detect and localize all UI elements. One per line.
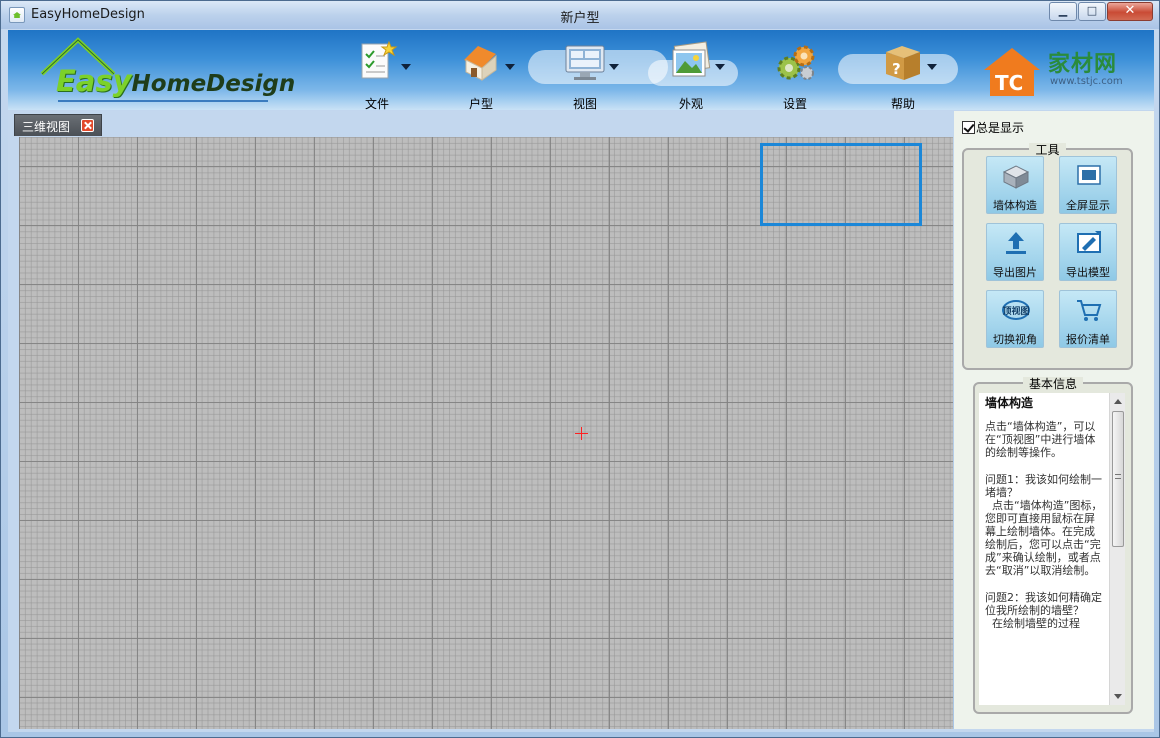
wall-icon bbox=[1002, 165, 1030, 189]
close-button[interactable]: ✕ bbox=[1107, 2, 1153, 21]
always-show-label: 总是显示 bbox=[976, 121, 1025, 135]
toolbar-settings-label: 设置 bbox=[782, 97, 807, 110]
logo-easy: Easy bbox=[56, 64, 132, 98]
toolbar-floorplan[interactable]: 户型 bbox=[444, 36, 524, 110]
toolbar-view-label: 视图 bbox=[572, 97, 597, 110]
export-model-label: 导出模型 bbox=[1066, 266, 1110, 279]
toolbar-ribbon: EasyHomeDesign 文件 户型 视图 外观 设置 ? 帮助 TC 家材… bbox=[8, 30, 1154, 110]
fullscreen-icon bbox=[1077, 165, 1101, 185]
tools-group: 工具 墙体构造 全屏显示 导出图片 导出模型 顶视图 切换视角 报价清单 bbox=[962, 143, 1133, 370]
always-show-toggle[interactable]: 总是显示 bbox=[962, 119, 1024, 136]
export-model-button[interactable]: 导出模型 bbox=[1059, 223, 1117, 281]
toolbar-settings[interactable]: 设置 bbox=[758, 36, 838, 110]
maximize-icon: □ bbox=[1086, 4, 1098, 17]
tab-strip: 三维视图 bbox=[8, 111, 954, 137]
top-view-icon: 顶视图 bbox=[1002, 300, 1030, 320]
minimize-button[interactable]: ▁ bbox=[1049, 2, 1077, 21]
title-bar[interactable]: EasyHomeDesign 新户型 ▁ □ ✕ bbox=[1, 1, 1159, 29]
app-name: EasyHomeDesign bbox=[31, 7, 145, 22]
scroll-grip-icon bbox=[1115, 474, 1121, 479]
house-icon bbox=[464, 46, 497, 81]
app-window: EasyHomeDesign 新户型 ▁ □ ✕ EasyHomeDesign bbox=[0, 0, 1160, 738]
gears-icon bbox=[777, 45, 815, 80]
minimize-icon: ▁ bbox=[1058, 4, 1068, 17]
cart-icon bbox=[1077, 300, 1102, 321]
switch-view-label: 切换视角 bbox=[993, 333, 1037, 346]
chevron-down-icon bbox=[715, 64, 725, 70]
chevron-down-icon bbox=[609, 64, 619, 70]
scroll-thumb[interactable] bbox=[1112, 411, 1124, 547]
app-icon bbox=[9, 7, 25, 23]
info-heading: 墙体构造 bbox=[985, 396, 1034, 410]
wall-construct-button[interactable]: 墙体构造 bbox=[986, 156, 1044, 214]
tab-3d-view-label: 三维视图 bbox=[22, 120, 71, 134]
info-title: 基本信息 bbox=[1022, 377, 1083, 391]
file-checklist-icon bbox=[361, 40, 398, 79]
export-model-icon bbox=[1077, 231, 1101, 253]
quote-list-button[interactable]: 报价清单 bbox=[1059, 290, 1117, 348]
toolbar-help-label: 帮助 bbox=[890, 97, 915, 110]
brand-name: 家材网 bbox=[1048, 52, 1118, 77]
wall-construct-label: 墙体构造 bbox=[993, 199, 1037, 212]
logo-underline bbox=[58, 100, 268, 102]
toolbar-help[interactable]: ? 帮助 bbox=[866, 36, 946, 110]
toolbar-view[interactable]: 视图 bbox=[548, 36, 628, 110]
maximize-button[interactable]: □ bbox=[1078, 2, 1106, 21]
viewport-indicator[interactable] bbox=[760, 143, 922, 226]
brand-logo[interactable]: TC 家材网 www.tstjc.com bbox=[978, 42, 1138, 102]
export-image-icon bbox=[1006, 232, 1026, 254]
logo-home: HomeDesign bbox=[131, 71, 296, 97]
info-content[interactable]: 墙体构造 点击“墙体构造”，可以在“顶视图”中进行墙体的绘制等操作。 问题1：我… bbox=[979, 393, 1109, 705]
quote-list-label: 报价清单 bbox=[1066, 333, 1110, 346]
crosshair-icon-vertical bbox=[581, 427, 582, 440]
tab-close-icon[interactable] bbox=[81, 119, 94, 132]
info-paragraph: 问题1：我该如何绘制一堵墙？ 点击“墙体构造”图标，您即可直接用鼠标在屏幕上绘制… bbox=[985, 473, 1103, 577]
top-view-icon-text: 顶视图 bbox=[1002, 305, 1029, 317]
toolbar-file-label: 文件 bbox=[364, 97, 389, 110]
right-panel: 总是显示 工具 墙体构造 全屏显示 导出图片 导出模型 顶视图 切换视角 报价清… bbox=[954, 111, 1154, 729]
window-controls: ▁ □ ✕ bbox=[1048, 2, 1153, 21]
info-paragraph: 问题2：我该如何精确定位我所绘制的墙壁？ 在绘制墙壁的过程 bbox=[985, 591, 1102, 630]
info-paragraph: 点击“墙体构造”，可以在“顶视图”中进行墙体的绘制等操作。 bbox=[985, 420, 1096, 459]
tab-3d-view[interactable]: 三维视图 bbox=[14, 114, 102, 136]
chevron-down-icon bbox=[505, 64, 515, 70]
chevron-down-icon bbox=[401, 64, 411, 70]
toolbar-file[interactable]: 文件 bbox=[340, 36, 420, 110]
bottom-border bbox=[8, 729, 1154, 732]
toolbar-appearance-label: 外观 bbox=[678, 97, 703, 110]
export-image-button[interactable]: 导出图片 bbox=[986, 223, 1044, 281]
canvas-left-gutter bbox=[8, 137, 19, 729]
scroll-up-icon[interactable] bbox=[1114, 399, 1122, 404]
chevron-down-icon bbox=[927, 64, 937, 70]
brand-house-icon: TC bbox=[984, 48, 1040, 96]
fullscreen-button[interactable]: 全屏显示 bbox=[1059, 156, 1117, 214]
picture-icon bbox=[672, 41, 711, 77]
export-image-label: 导出图片 bbox=[993, 266, 1037, 279]
help-box-icon: ? bbox=[886, 46, 920, 80]
svg-text:?: ? bbox=[892, 60, 901, 78]
brand-url: www.tstjc.com bbox=[1050, 76, 1123, 87]
monitor-icon bbox=[565, 45, 605, 80]
logo-text: EasyHomeDesign bbox=[56, 64, 295, 98]
fullscreen-label: 全屏显示 bbox=[1066, 199, 1110, 212]
tools-title: 工具 bbox=[1029, 143, 1066, 157]
always-show-checkbox[interactable] bbox=[962, 121, 975, 134]
toolbar-floorplan-label: 户型 bbox=[468, 97, 493, 110]
switch-view-button[interactable]: 顶视图 切换视角 bbox=[986, 290, 1044, 348]
app-logo: EasyHomeDesign bbox=[34, 34, 295, 108]
info-scrollbar[interactable] bbox=[1109, 393, 1125, 705]
scroll-down-icon[interactable] bbox=[1114, 694, 1122, 699]
info-group: 基本信息 墙体构造 点击“墙体构造”，可以在“顶视图”中进行墙体的绘制等操作。 … bbox=[973, 377, 1133, 714]
close-icon: ✕ bbox=[1124, 3, 1136, 18]
toolbar-appearance[interactable]: 外观 bbox=[654, 36, 734, 110]
document-title: 新户型 bbox=[560, 11, 600, 26]
brand-mark: TC bbox=[995, 71, 1023, 95]
